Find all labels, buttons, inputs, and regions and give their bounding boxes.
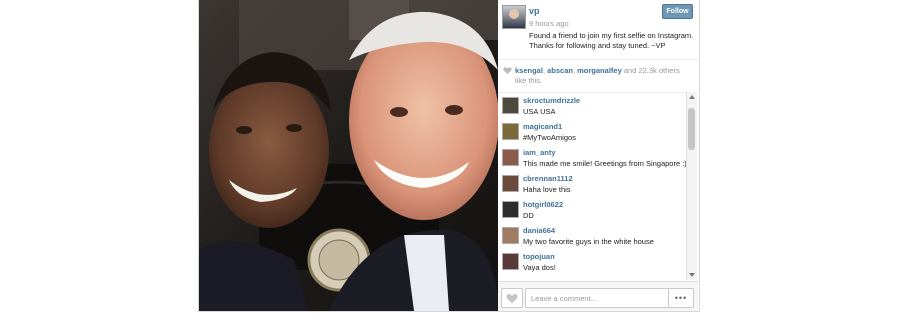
comments-scrollbar[interactable]: [686, 92, 697, 280]
commenter-username[interactable]: topojuan: [523, 252, 555, 261]
comment-text: USA USA: [523, 107, 556, 116]
comment-list: skroctumdrizzle USA USA magicand1 #MyTwo…: [498, 92, 686, 281]
commenter-username[interactable]: skroctumdrizzle: [523, 96, 580, 105]
commenter-avatar[interactable]: [502, 175, 519, 192]
comment-item: cbrennan1112 Haha love this: [498, 171, 686, 197]
poster-avatar[interactable]: [502, 5, 526, 29]
comment-text: Vaya dos!: [523, 263, 556, 272]
scroll-thumb[interactable]: [688, 108, 695, 150]
comment-composer-bar: •••: [498, 281, 698, 311]
commenter-avatar[interactable]: [502, 253, 519, 270]
post-header: vp 9 hours ago Found a friend to join my…: [498, 0, 698, 60]
comment-item: magicand1 #MyTwoAmigos: [498, 119, 686, 145]
commenter-avatar[interactable]: [502, 201, 519, 218]
post-sidebar: vp 9 hours ago Found a friend to join my…: [498, 0, 698, 311]
poster-username[interactable]: vp: [529, 6, 540, 16]
comment-text: Haha love this: [523, 185, 571, 194]
commenter-username[interactable]: dania664: [523, 226, 555, 235]
commenter-avatar[interactable]: [502, 123, 519, 140]
follow-button[interactable]: Follow: [662, 4, 693, 19]
commenter-username[interactable]: hotgirl0622: [523, 200, 563, 209]
liker-link[interactable]: ksengal: [515, 66, 543, 75]
comment-text: #MyTwoAmigos: [523, 133, 576, 142]
selfie-photo[interactable]: [199, 0, 498, 311]
more-options-button[interactable]: •••: [668, 288, 694, 308]
liker-link[interactable]: abscan: [547, 66, 573, 75]
heart-icon: [503, 67, 512, 75]
commenter-username[interactable]: iam_anty: [523, 148, 556, 157]
scroll-down-arrow-icon[interactable]: [689, 273, 695, 277]
likes-summary: ksengal, abscan, morganalfey and 22.3k o…: [498, 59, 698, 86]
commenter-avatar[interactable]: [502, 227, 519, 244]
commenter-username[interactable]: cbrennan1112: [523, 174, 573, 183]
commenter-username[interactable]: magicand1: [523, 122, 562, 131]
comment-item: skroctumdrizzle USA USA: [498, 93, 686, 119]
commenter-avatar[interactable]: [502, 149, 519, 166]
heart-icon: [506, 293, 518, 303]
comment-item: hotgirl0622 DD: [498, 197, 686, 223]
comment-text: My two favorite guys in the white house: [523, 237, 654, 246]
comment-text: DD: [523, 211, 534, 220]
instagram-post-embed: vp 9 hours ago Found a friend to join my…: [198, 0, 700, 312]
comment-item: iam_anty This made me smile! Greetings f…: [498, 145, 686, 171]
liker-link[interactable]: morganalfey: [577, 66, 622, 75]
like-button[interactable]: [501, 288, 523, 308]
post-timestamp[interactable]: 9 hours ago: [529, 19, 569, 28]
commenter-avatar[interactable]: [502, 97, 519, 114]
selfie-photo-art: [199, 0, 498, 311]
scroll-up-arrow-icon[interactable]: [689, 95, 695, 99]
comment-input[interactable]: [525, 288, 672, 308]
comment-item: dania664 My two favorite guys in the whi…: [498, 223, 686, 249]
comment-text: This made me smile! Greetings from Singa…: [523, 159, 686, 168]
comment-item: topojuan Vaya dos!: [498, 249, 686, 275]
likes-text: ksengal, abscan, morganalfey and 22.3k o…: [515, 66, 680, 85]
post-caption: Found a friend to join my first selfie o…: [529, 31, 694, 50]
